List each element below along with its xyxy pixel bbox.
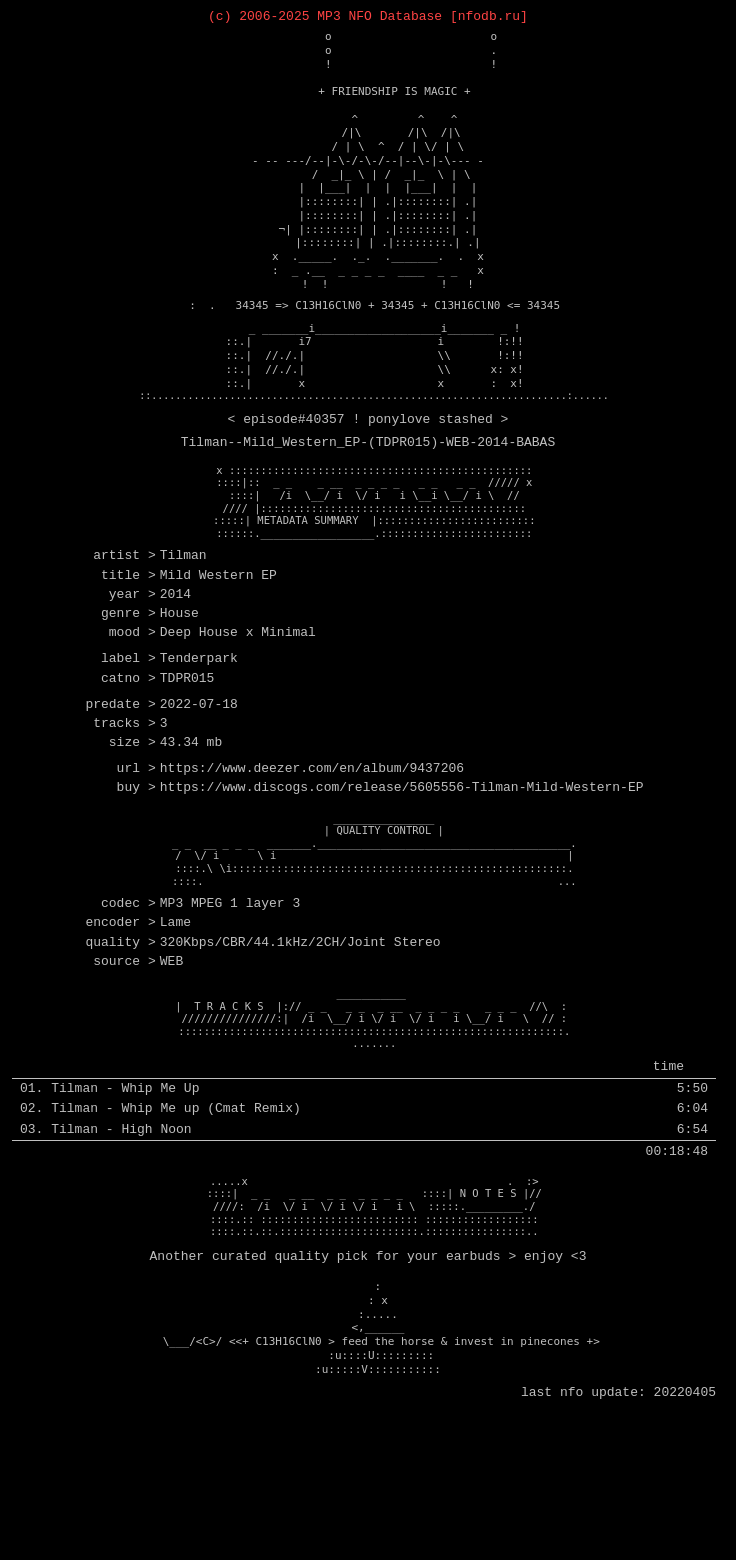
- metadata-block: artist > Tilman title > Mild Western EP …: [4, 547, 732, 797]
- track-total: 00:18:48: [12, 1140, 716, 1161]
- quality-codec: codec > MP3 MPEG 1 layer 3: [44, 895, 732, 913]
- meta-buy: buy > https://www.discogs.com/release/56…: [44, 779, 732, 797]
- meta-genre: genre > House: [44, 605, 732, 623]
- quality-encoder: encoder > Lame: [44, 914, 732, 932]
- meta-catno: catno > TDPR015: [44, 670, 732, 688]
- ascii-art-top: o o o . ! ! + FRIENDSHIP IS MAGIC + ^ ^ …: [4, 30, 732, 291]
- meta-tracks: tracks > 3: [44, 715, 732, 733]
- track-row-3: 03. Tilman - High Noon 6:54: [12, 1120, 716, 1140]
- meta-title: title > Mild Western EP: [44, 567, 732, 585]
- quality-quality: quality > 320Kbps/CBR/44.1kHz/2CH/Joint …: [44, 934, 732, 952]
- formula-line: : . 34345 => C13H16ClN0 + 34345 + C13H16…: [4, 299, 732, 313]
- quality-source: source > WEB: [44, 953, 732, 971]
- track-header: time: [12, 1058, 716, 1079]
- page-container: (c) 2006-2025 MP3 NFO Database [nfodb.ru…: [4, 8, 732, 1402]
- quality-block: codec > MP3 MPEG 1 layer 3 encoder > Lam…: [4, 895, 732, 971]
- notes-banner: .....x . :> ::::| _ _ _ __ _ _ _ _ _ _ :…: [4, 1175, 732, 1238]
- tracklist-block: time 01. Tilman - Whip Me Up 5:50 02. Ti…: [12, 1058, 716, 1161]
- dots-1: ::......................................…: [4, 390, 732, 401]
- footer-ascii: : : x :..... <,______ \___/<C>/ <<+ C13H…: [4, 1280, 732, 1376]
- tracks-banner: ___________ | T R A C K S |:// _ _ _ _ _…: [4, 987, 732, 1050]
- meta-predate: predate > 2022-07-18: [44, 696, 732, 714]
- episode-line: < episode#40357 ! ponylove stashed >: [4, 411, 732, 429]
- meta-size: size > 43.34 mb: [44, 734, 732, 752]
- track-row-1: 01. Tilman - Whip Me Up 5:50: [12, 1079, 716, 1099]
- qc-banner: ________________ | QUALITY CONTROL | _ _…: [4, 812, 732, 888]
- ascii-art-2: _ _______i___________________i_______ _ …: [4, 322, 732, 391]
- release-title: Tilman--Mild_Western_EP-(TDPR015)-WEB-20…: [4, 434, 732, 452]
- meta-url: url > https://www.deezer.com/en/album/94…: [44, 760, 732, 778]
- notes-text: Another curated quality pick for your ea…: [4, 1248, 732, 1266]
- metadata-banner: x ::::::::::::::::::::::::::::::::::::::…: [4, 464, 732, 540]
- meta-mood: mood > Deep House x Minimal: [44, 624, 732, 642]
- meta-label: label > Tenderpark: [44, 650, 732, 668]
- footer-update: last nfo update: 20220405: [4, 1384, 716, 1402]
- header-copyright: (c) 2006-2025 MP3 NFO Database [nfodb.ru…: [4, 8, 732, 26]
- meta-artist: artist > Tilman: [44, 547, 732, 565]
- track-row-2: 02. Tilman - Whip Me up (Cmat Remix) 6:0…: [12, 1099, 716, 1119]
- meta-year: year > 2014: [44, 586, 732, 604]
